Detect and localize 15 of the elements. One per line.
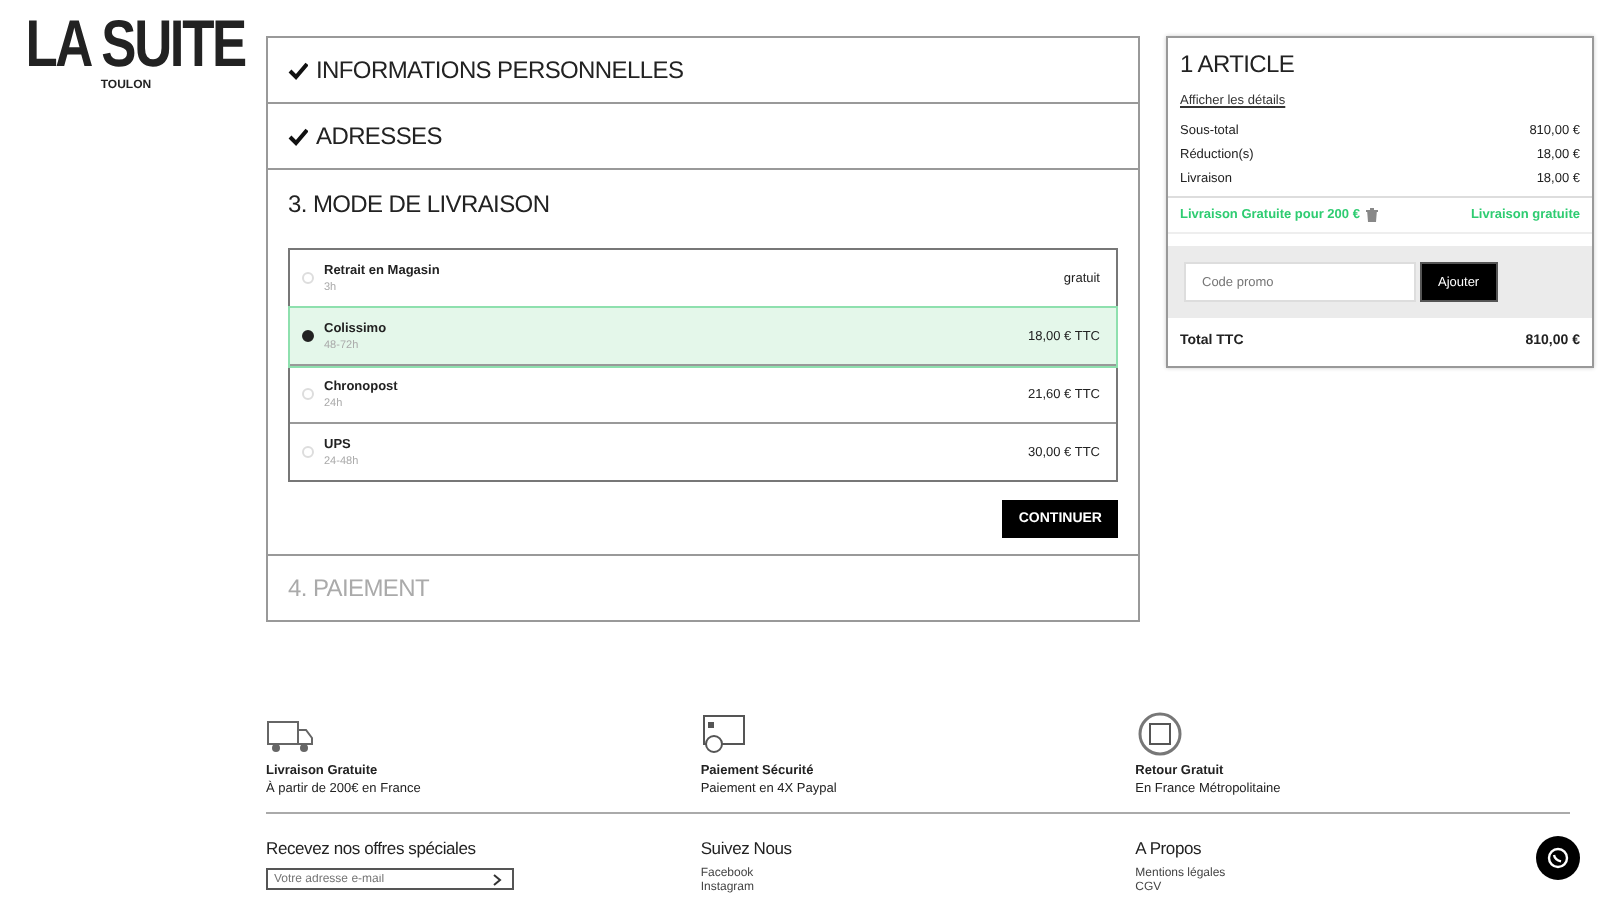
step-title: 4. PAIEMENT <box>288 574 429 602</box>
step-title[interactable]: INFORMATIONS PERSONNELLES <box>316 56 684 84</box>
footer-heading: A Propos <box>1135 838 1204 858</box>
box-return-icon <box>1135 712 1184 756</box>
trash-icon <box>1365 208 1378 222</box>
radio-button[interactable] <box>302 330 314 342</box>
newsletter-title: Recevez nos offres spéciales <box>266 838 478 858</box>
step-title: 3. MODE DE LIVRAISON <box>288 190 550 218</box>
step-title[interactable]: ADRESSES <box>316 122 442 150</box>
logo-wordmark: LA SUITE <box>26 8 246 80</box>
card-icon <box>700 712 749 756</box>
phone-bubble-icon <box>1546 846 1570 870</box>
footer-heading: Suivez Nous <box>700 838 794 858</box>
summary-title: 1 ARTICLE <box>1180 50 1297 78</box>
chat-button[interactable] <box>1536 836 1580 880</box>
